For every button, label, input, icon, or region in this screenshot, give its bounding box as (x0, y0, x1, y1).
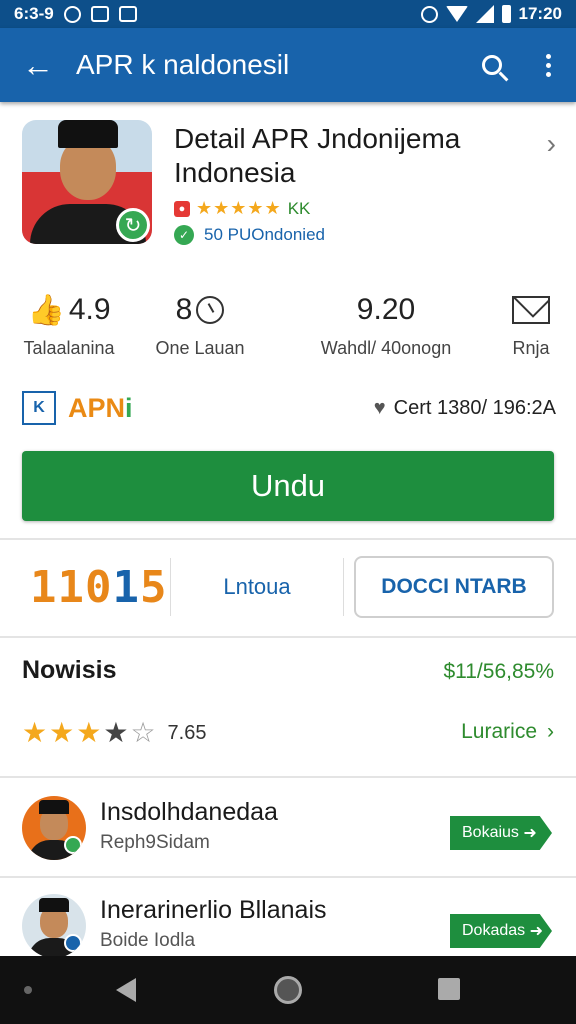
arrow-left-icon: ← (22, 46, 54, 83)
developer-button[interactable]: DOCCI NTARB (354, 556, 554, 618)
divider (0, 538, 576, 540)
app-name-line2: Indonesia (174, 157, 296, 188)
stat-rating: 👍 4.9 Talaalanina (14, 290, 124, 359)
developer-logo-part-c: 5 (139, 562, 168, 613)
brand-row: K APNi ♥ Cert 1380/ 196:2A (22, 390, 556, 426)
star-empty-icon: ☆ (130, 717, 156, 748)
more-vert-icon (545, 53, 551, 77)
app-name: Detail APR Jndonijema Indonesia (174, 122, 524, 190)
star-full-icon: ★ (49, 717, 75, 748)
notification-icon (63, 5, 81, 23)
signal-icon (475, 5, 494, 23)
list-item-title: Inerarinerlio Bllanais (100, 896, 327, 924)
list-item-button-label: Bokaius (462, 824, 519, 841)
app-header: ↻ Detail APR Jndonijema Indonesia › ● ★★… (22, 120, 562, 245)
wifi-icon (445, 6, 468, 22)
stat-downloads: 9.20 Wahdl/ 40onogn (306, 290, 466, 359)
brand-logo-icon: K (22, 391, 56, 425)
developer-row: 11015 Lntoua DOCCI NTARB (0, 552, 576, 624)
refresh-badge-icon: ↻ (116, 208, 150, 242)
list-item-subtitle: Boide Iodla (100, 930, 196, 951)
alarm-icon (420, 5, 438, 23)
status-time-right: 17:20 (518, 4, 562, 23)
search-button[interactable] (464, 28, 520, 102)
back-button[interactable]: ← (0, 28, 76, 102)
list-item-button-label: Dokadas (462, 922, 526, 939)
stat-age-value: 8 (175, 293, 193, 326)
reviews-stars: ★ ★ ★ ★ ☆ 7.65 (22, 718, 206, 748)
chevron-right-icon[interactable]: › (547, 128, 556, 160)
developer-logo-part-b: 1 (112, 562, 140, 613)
list-item-button[interactable]: Bokaius ➜ (450, 816, 552, 850)
divider (0, 776, 576, 778)
thumbs-up-icon: 👍 (27, 293, 65, 327)
list-item-subtitle: Reph9Sidam (100, 832, 210, 853)
stat-rating-value: 4.9 (68, 293, 111, 326)
nav-recents-icon[interactable] (438, 978, 460, 1000)
overflow-menu-button[interactable] (520, 28, 576, 102)
divider (0, 876, 576, 878)
avatar (22, 894, 86, 958)
install-button[interactable]: Undu (22, 451, 554, 521)
system-nav-bar (0, 956, 576, 1024)
mail-icon (512, 296, 550, 324)
clock-icon (196, 296, 225, 324)
nav-home-icon[interactable] (274, 976, 302, 1004)
star-full-icon: ★ (22, 717, 48, 748)
verified-badge-icon (64, 836, 82, 854)
heart-icon: ♥ (373, 396, 386, 419)
battery-icon (501, 5, 511, 23)
rating-stars: ★★★★★ (196, 198, 282, 218)
content-rating-icon: ● (174, 200, 190, 217)
brand-name: APNi (68, 393, 133, 424)
list-item-title: Insdolhdanedaa (100, 798, 278, 826)
status-bar: 6:3-9 17:20 (0, 0, 576, 28)
developer-logo: 11015 (30, 562, 167, 613)
brand-name-suffix: i (125, 392, 133, 423)
certificate-text: Cert 1380/ 196:2A (393, 396, 556, 419)
rating-row: ● ★★★★★ KK (174, 198, 310, 219)
reviews-link[interactable]: Lurarice › (461, 720, 554, 744)
installs-row: ✓ 50 PUOndonied (174, 225, 325, 245)
status-left: 6:3-9 (14, 4, 137, 24)
avatar (22, 796, 86, 860)
reviews-link-label: Lurarice (461, 720, 537, 743)
star-full-icon: ★ (76, 717, 102, 748)
gallery-icon (118, 6, 137, 22)
stat-age: 8 One Lauan (140, 290, 260, 359)
star-half-icon: ★ (103, 717, 129, 748)
app-bar: ← APR k naldonesil (0, 28, 576, 102)
verified-badge-icon (64, 934, 82, 952)
list-item-button[interactable]: Dokadas ➜ (450, 914, 552, 948)
stat-downloads-label: Wahdl/ 40onogn (320, 338, 452, 358)
app-name-line1: Detail APR Jndonijema (174, 123, 461, 154)
status-time-left: 6:3-9 (14, 4, 54, 23)
app-bar-title: APR k naldonesil (76, 49, 290, 80)
stat-rating-label: Talaalanina (23, 338, 115, 358)
developer-logo-part-a: 110 (30, 562, 113, 613)
certificate: ♥ Cert 1380/ 196:2A (374, 397, 556, 420)
stats-row: 👍 4.9 Talaalanina 8 One Lauan 9.20 Wahdl/… (0, 290, 576, 370)
app-icon[interactable]: ↻ (22, 120, 152, 244)
reviews-title: Nowisis (22, 656, 117, 684)
stat-age-label: One Lauan (155, 338, 245, 358)
installs-icon: ✓ (174, 225, 194, 245)
installs-text: 50 PUOndonied (204, 225, 325, 244)
developer-tab[interactable]: Lntoua (170, 558, 344, 616)
image-icon (90, 6, 109, 22)
brand-name-main: APN (68, 392, 126, 423)
nav-back-icon[interactable] (116, 978, 136, 1002)
reviews-score: 7.65 (167, 721, 207, 744)
stat-downloads-value: 9.20 (356, 293, 416, 326)
chevron-right-icon: › (547, 720, 554, 743)
divider (0, 636, 576, 638)
stat-contact[interactable]: Rnja (496, 290, 566, 359)
rating-code: KK (287, 198, 311, 218)
stat-contact-label: Rnja (512, 338, 550, 358)
reviews-percent: $11/56,85% (443, 660, 554, 683)
search-icon (482, 55, 502, 75)
nav-indicator-icon (24, 986, 32, 994)
status-right: 17:20 (420, 4, 562, 24)
